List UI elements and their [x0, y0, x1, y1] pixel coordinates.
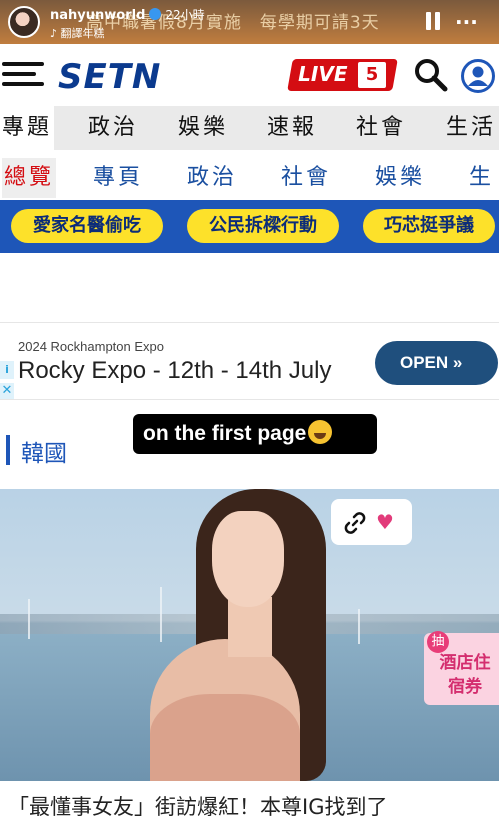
laughing-emoji-icon: [308, 420, 333, 444]
nav-item-life[interactable]: 生活: [446, 106, 496, 150]
subnav-item-society[interactable]: 社會: [281, 158, 331, 198]
live-button[interactable]: LIVE 5: [287, 59, 398, 91]
music-label[interactable]: ♪ 翻譯年糕: [50, 25, 105, 41]
ad-info-icon[interactable]: i: [0, 361, 14, 379]
subnav-item-politics[interactable]: 政治: [187, 158, 237, 198]
boat-mast: [160, 587, 162, 642]
story-username[interactable]: nahyunworld 22小時: [50, 6, 205, 23]
headline-text[interactable]: 「最懂事女友」街訪爆紅！本尊IG找到了: [8, 791, 387, 821]
username-text[interactable]: nahyunworld: [50, 8, 145, 23]
section-title[interactable]: 韓國: [21, 434, 67, 468]
site-logo[interactable]: SETN: [58, 57, 161, 97]
boat-mast: [28, 599, 30, 639]
verified-badge-icon: [149, 8, 162, 20]
primary-nav: 專題 政治 娛樂 速報 社會 生活: [0, 106, 499, 150]
secondary-nav: 總覽 專頁 政治 社會 娛樂 生: [0, 158, 499, 200]
menu-icon[interactable]: [2, 62, 44, 86]
person-dress: [150, 694, 300, 781]
ad-close-icon[interactable]: ✕: [0, 383, 14, 399]
topic-bar: 愛家名醫偷吃 公民拆樑行動 巧芯挺爭議: [0, 200, 499, 253]
promo-tag: 抽: [427, 631, 449, 653]
music-title: 翻譯年糕: [60, 27, 105, 40]
story-text-sticker: on the first page: [133, 414, 377, 454]
pause-icon[interactable]: [425, 12, 441, 30]
nav-item-breaking[interactable]: 速報: [267, 106, 317, 150]
nav-item-topics[interactable]: 專題: [0, 106, 55, 150]
ad-sponsor: 2024 Rockhampton Expo: [18, 339, 164, 354]
topic-pill[interactable]: 公民拆樑行動: [187, 209, 339, 243]
search-icon[interactable]: [414, 58, 448, 92]
promo-badge[interactable]: 抽 酒店住宿券: [424, 631, 499, 705]
story-time: 22小時: [165, 8, 205, 22]
user-account-icon[interactable]: [460, 58, 496, 94]
person-face: [212, 511, 284, 607]
subnav-item-pages[interactable]: 專頁: [93, 158, 143, 198]
topic-pill[interactable]: 愛家名醫偷吃: [11, 209, 163, 243]
nav-item-politics[interactable]: 政治: [88, 106, 138, 150]
heart-arrow-icon: ♥: [376, 510, 394, 534]
live-channel-number: 5: [358, 62, 386, 88]
advertisement[interactable]: 2024 Rockhampton Expo Rocky Expo - 12th …: [0, 322, 499, 400]
boat-mast: [358, 609, 360, 644]
ad-title[interactable]: Rocky Expo - 12th - 14th July: [18, 357, 331, 385]
subnav-item-life[interactable]: 生: [469, 158, 494, 198]
live-label: LIVE: [298, 62, 348, 86]
topic-pill[interactable]: 巧芯挺爭議: [363, 209, 495, 243]
subnav-item-overview[interactable]: 總覽: [2, 158, 57, 198]
sticker-text: on the first page: [143, 422, 307, 445]
nav-item-society[interactable]: 社會: [356, 106, 406, 150]
article-headline[interactable]: 「最懂事女友」街訪爆紅！本尊IG找到了: [0, 781, 499, 829]
promo-text: 酒店住宿券: [439, 653, 491, 697]
more-options-icon[interactable]: ···: [455, 10, 478, 34]
ad-open-button[interactable]: OPEN »: [375, 341, 498, 385]
nav-item-entertainment[interactable]: 娛樂: [178, 106, 228, 150]
site-header: SETN LIVE 5: [0, 44, 499, 106]
link-icon[interactable]: [343, 511, 367, 535]
subnav-item-entertainment[interactable]: 娛樂: [375, 158, 425, 198]
avatar[interactable]: [8, 6, 40, 38]
section-accent-bar: [6, 435, 10, 465]
story-header: 高中職暑假8月實施 每學期可請3天 nahyunworld 22小時 ♪ 翻譯年糕…: [0, 0, 499, 44]
